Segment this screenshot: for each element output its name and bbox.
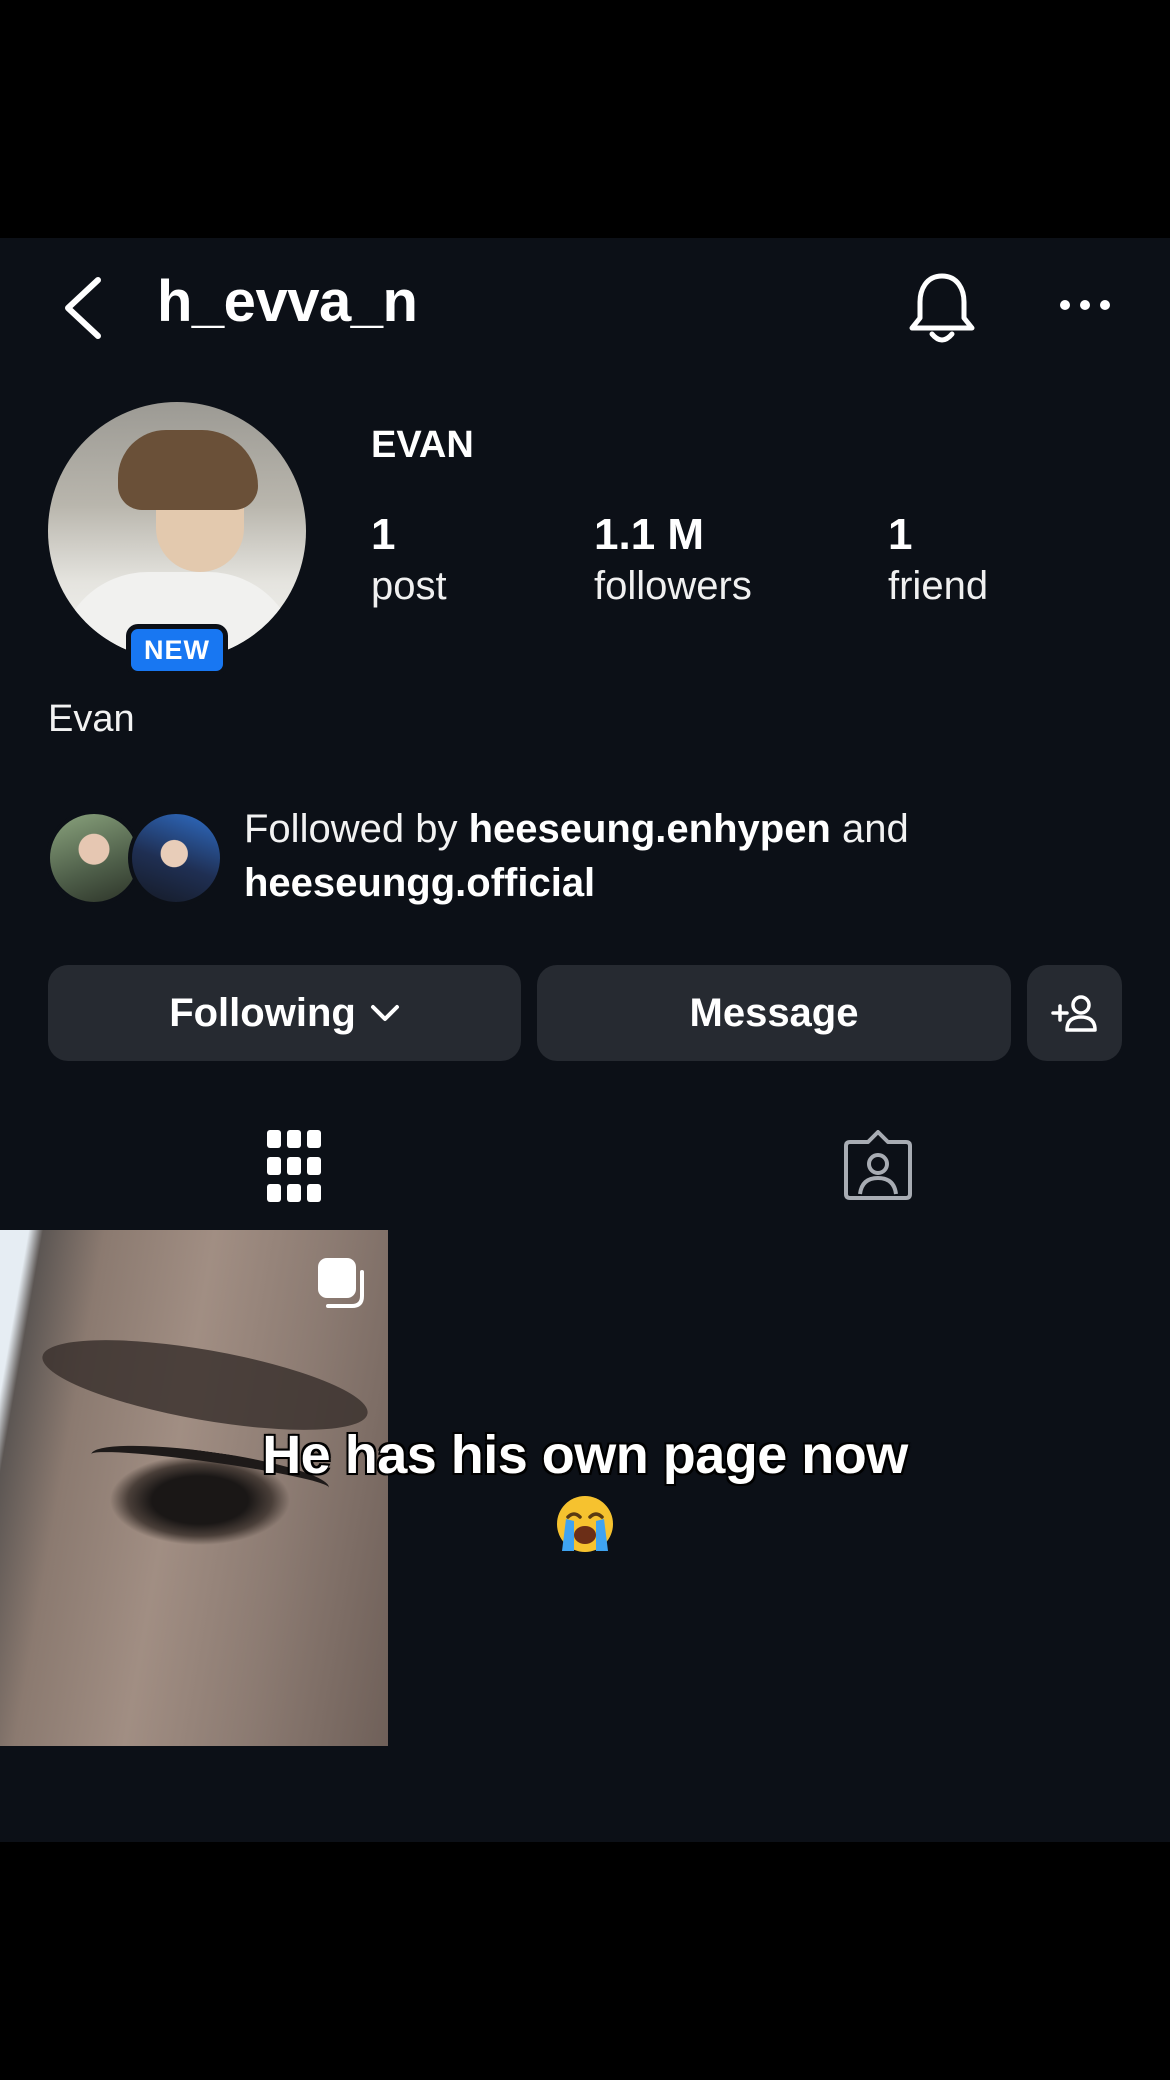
more-icon[interactable]	[1058, 290, 1112, 320]
profile-avatar[interactable]: NEW	[48, 402, 306, 676]
stat-posts[interactable]: 1 post	[371, 510, 447, 612]
tagged-icon[interactable]	[844, 1130, 912, 1200]
stat-value: 1.1 M	[594, 510, 705, 559]
profile-screen: h_evva_n NEW EVAN 1 post 1.1 M followers…	[0, 238, 1170, 1842]
mutual-user-link[interactable]: heeseung.enhypen	[469, 807, 831, 851]
stat-followers[interactable]: 1.1 M followers	[594, 510, 752, 612]
following-label: Following	[169, 990, 356, 1035]
loudly-crying-face-icon	[557, 1496, 613, 1552]
followed-by-text[interactable]: Followed by heeseung.enhypen and heeseung…	[244, 802, 1124, 910]
multi-post-icon	[318, 1258, 364, 1308]
bell-icon[interactable]	[908, 270, 976, 346]
mutual-avatar[interactable]	[128, 810, 224, 906]
message-label: Message	[689, 990, 859, 1035]
stat-label: followers	[594, 564, 752, 608]
display-name: EVAN	[371, 424, 474, 466]
add-person-icon	[1050, 995, 1097, 1032]
message-button[interactable]: Message	[537, 965, 1011, 1061]
back-chevron-icon[interactable]	[58, 274, 110, 342]
followed-by-prefix: Followed by	[244, 807, 469, 851]
stat-label: friend	[888, 564, 989, 608]
stat-value: 1	[888, 510, 913, 559]
profile-username: h_evva_n	[157, 269, 418, 334]
caption-text: He has his own page now	[262, 1425, 908, 1485]
grid-icon[interactable]	[265, 1128, 323, 1204]
add-person-button[interactable]	[1027, 965, 1122, 1061]
following-button[interactable]: Following	[48, 965, 521, 1061]
new-badge: NEW	[126, 624, 228, 676]
followed-by-joiner: and	[830, 807, 909, 851]
stat-value: 1	[371, 510, 396, 559]
overlay-caption: He has his own page now	[0, 1424, 1170, 1486]
stat-friends[interactable]: 1 friend	[888, 510, 988, 612]
stat-label: post	[371, 564, 447, 608]
bio-name: Evan	[48, 698, 135, 740]
chevron-down-icon	[370, 1005, 399, 1021]
mutual-user-link[interactable]: heeseungg.official	[244, 861, 595, 905]
avatar	[48, 402, 306, 660]
